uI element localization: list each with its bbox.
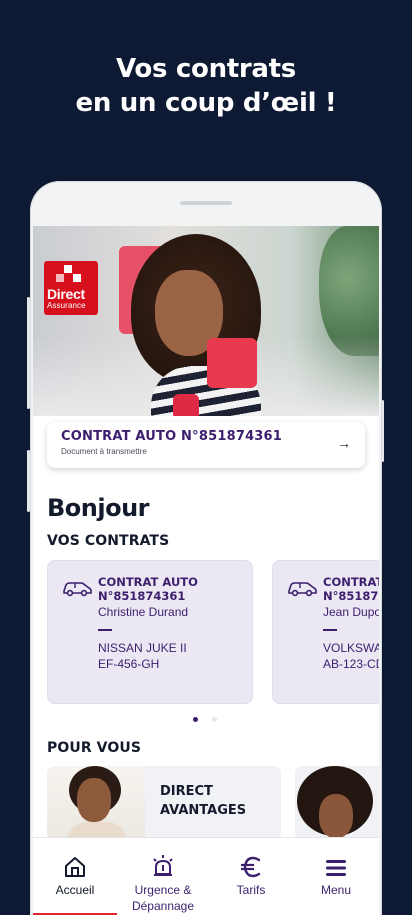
tab-label: Accueil <box>55 883 95 897</box>
tab-menu[interactable]: Menu <box>293 838 379 915</box>
app-screen: Direct Assurance CONTRAT AUTO N°85187436… <box>33 226 379 915</box>
car-icon <box>63 582 92 597</box>
decor-square <box>173 394 199 416</box>
contract-card-number: N°851874361 <box>98 589 186 603</box>
contract-card[interactable]: CONTRAT AUTO N°851873 Jean Dupont VOLKSW… <box>272 560 379 704</box>
for-you-card[interactable] <box>295 766 379 841</box>
tab-accueil[interactable]: Accueil <box>33 838 117 915</box>
tab-tarifs[interactable]: Tarifs <box>209 838 293 915</box>
decor-square <box>207 338 257 388</box>
contract-card[interactable]: CONTRAT AUTO N°851874361 Christine Duran… <box>47 560 253 704</box>
arrow-right-icon: → <box>337 435 351 451</box>
avantages-title-line2: AVANTAGES <box>160 803 247 818</box>
bottom-tab-bar: Accueil Urgence & Dépannage Tarifs Menu <box>33 837 379 915</box>
contract-card-title: CONTRAT AUTO <box>98 575 198 589</box>
avantages-title-line1: DIRECT <box>160 784 213 799</box>
contract-card-holder: Jean Dupont <box>323 605 379 619</box>
carousel-pagination <box>193 717 217 722</box>
logo-line1: Direct <box>47 286 85 302</box>
contract-card-plate: AB-123-CD <box>323 657 379 671</box>
menu-icon <box>326 860 346 876</box>
contract-card-plate: EF-456-GH <box>98 657 160 671</box>
tab-label: Menu <box>320 883 352 897</box>
avantages-title: DIRECT AVANTAGES <box>160 782 246 820</box>
tab-urgence-depannage[interactable]: Urgence & Dépannage <box>117 838 209 915</box>
phone-speaker <box>180 201 232 205</box>
contracts-section-title: VOS CONTRATS <box>47 533 170 549</box>
tab-label: Urgence & Dépannage <box>131 883 195 913</box>
contract-card-holder: Christine Durand <box>98 605 189 619</box>
logo-line2: Assurance <box>47 301 86 310</box>
for-you-section-title: POUR VOUS <box>47 740 142 756</box>
contract-card-vehicle: NISSAN JUKE II <box>98 641 187 655</box>
euro-icon <box>241 856 261 878</box>
direct-avantages-card[interactable]: DIRECT AVANTAGES <box>47 766 281 841</box>
phone-frame: Direct Assurance CONTRAT AUTO N°85187436… <box>30 181 382 915</box>
hero-image: Direct Assurance <box>33 226 379 416</box>
contract-card-number: N°851873 <box>323 589 379 603</box>
banner-title: CONTRAT AUTO N°851874361 <box>61 429 283 444</box>
home-icon <box>65 857 85 877</box>
contract-card-divider <box>323 629 337 631</box>
pagination-dot-active[interactable] <box>193 717 198 722</box>
greeting-title: Bonjour <box>47 494 150 522</box>
tab-label: Tarifs <box>236 883 266 897</box>
avantages-photo <box>47 766 145 841</box>
headline-line1: Vos contrats <box>116 54 296 84</box>
contract-notification-banner[interactable]: CONTRAT AUTO N°851874361 Document à tran… <box>47 422 365 468</box>
headline-line2: en un coup d’œil ! <box>75 88 337 118</box>
contract-card-title: CONTRAT AUTO <box>323 575 379 589</box>
banner-subtitle: Document à transmettre <box>61 447 147 456</box>
promo-headline: Vos contrats en un coup d’œil ! <box>0 52 412 120</box>
pagination-dot[interactable] <box>212 717 217 722</box>
direct-assurance-logo: Direct Assurance <box>44 261 98 315</box>
car-icon <box>288 582 317 597</box>
contract-card-divider <box>98 629 112 631</box>
siren-icon <box>153 855 173 876</box>
contract-card-vehicle: VOLKSWAGEN <box>323 641 379 655</box>
